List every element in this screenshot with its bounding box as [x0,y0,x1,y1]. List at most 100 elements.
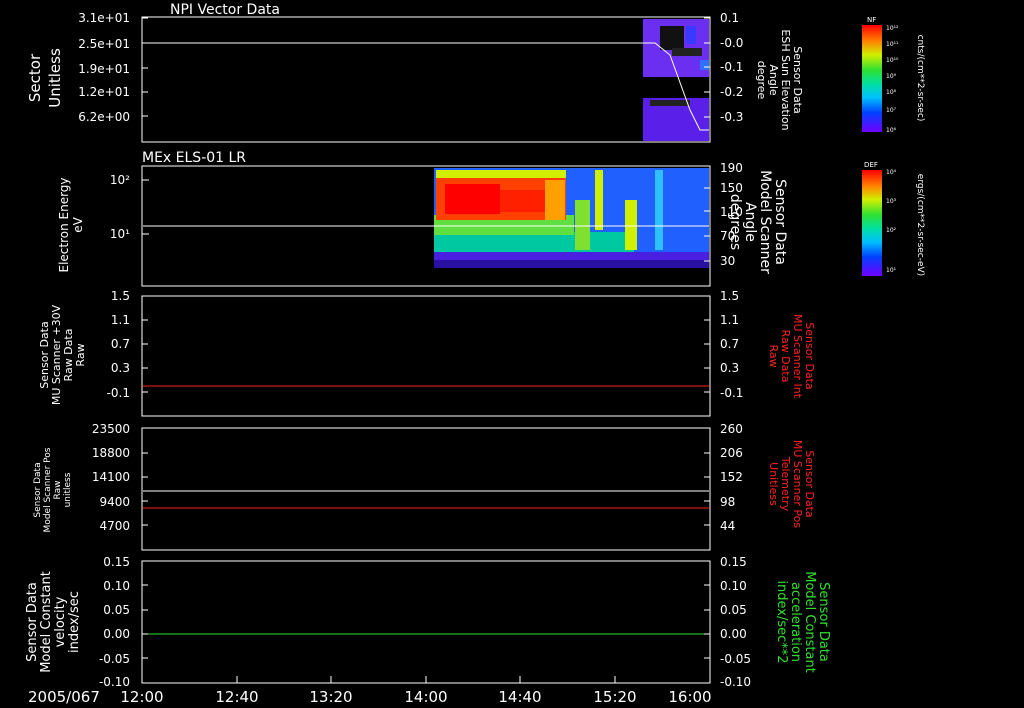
panel2-left-axis: 10² 10¹ [110,173,130,241]
svg-text:10⁷: 10⁷ [886,107,897,114]
svg-text:Sensor Data: Sensor Data [25,582,40,662]
panel3-right-tick: -0.1 [720,386,743,400]
svg-text:Sensor Data: Sensor Data [816,582,831,662]
svg-text:unitless: unitless [63,472,73,507]
svg-text:Sensor Data: Sensor Data [33,462,43,517]
svg-text:Raw: Raw [767,344,780,367]
panel4-left-tick: 23500 [92,422,130,436]
panel5-frame [141,560,711,684]
panel-scanner-pos: 23500 18800 14100 9400 4700 260 206 152 … [33,422,816,551]
svg-text:cnts/(cm**2-sr-sec): cnts/(cm**2-sr-sec) [915,35,925,122]
panel3-left-axis: 1.5 1.1 0.7 0.3 -0.1 [107,289,130,400]
panel5-left-tick: 0.05 [103,603,130,617]
x-tick: 12:00 [120,688,163,706]
panel3-left-tick: 0.7 [111,337,130,351]
panel1-left-tick: 2.5e+01 [78,37,130,51]
panel3-right-tick: 0.3 [720,361,739,375]
panel3-right-tick: 1.5 [720,289,739,303]
panel4-right-tick: 98 [720,495,735,509]
x-tick: 12:40 [215,688,258,706]
panel5-right-tick: -0.05 [720,652,751,666]
svg-text:ergs/(cm**2-sr-sec-eV): ergs/(cm**2-sr-sec-eV) [915,174,925,276]
x-axis-ticks: 12:00 12:40 13:20 14:00 14:40 15:20 16:0… [120,688,711,706]
svg-text:Unitless: Unitless [767,462,780,506]
panel2-left-tick: 10² [110,173,130,187]
svg-text:velocity: velocity [53,596,68,647]
svg-text:eV: eV [71,216,85,232]
svg-text:Raw: Raw [74,343,87,366]
panel5-right-tick: 0.15 [720,555,747,569]
panel3-left-tick: 0.3 [111,361,130,375]
panel4-left-tick: 14100 [92,470,130,484]
panel1-left-ylabel: Sector Unitless [26,48,64,108]
panel1-title: NPI Vector Data [170,2,280,18]
panel5-right-axis: 0.15 0.10 0.05 0.00 -0.05 -0.10 [720,555,751,689]
svg-text:10²: 10² [886,227,897,234]
x-tick: 16:00 [668,688,711,706]
svg-text:DEF: DEF [864,161,878,169]
svg-text:10¹⁰: 10¹⁰ [886,57,899,64]
panel2-colorbar: DEF 10⁴ 10³ 10² 10¹ ergs/(cm**2-sr-sec-e… [862,161,925,276]
panel4-right-tick: 206 [720,446,743,460]
svg-text:Raw: Raw [53,481,63,500]
x-axis-date: 2005/067 [28,688,100,706]
panel5-left-tick: -0.05 [99,652,130,666]
panel1-right-tick: 0.1 [720,11,739,25]
svg-text:Sensor Data: Sensor Data [772,179,788,265]
svg-text:Sector: Sector [26,53,44,102]
svg-text:index/sec**2: index/sec**2 [774,580,789,663]
panel5-right-tick: 0.10 [720,579,747,593]
panel4-right-ylabel: Sensor Data MU Scanner Pos Telemetry Uni… [767,440,816,529]
svg-text:10⁶: 10⁶ [886,127,897,134]
x-tick: 14:00 [404,688,447,706]
panel1-right-tick: -0.3 [720,110,743,124]
panel-els: MEx ELS-01 LR 10² 10¹ 190 150 110 70 30 … [57,150,925,287]
panel1-frame [141,16,711,143]
panel3-right-ylabel: Sensor Data MU Scanner Int Raw Data Raw [767,314,816,399]
panel2-left-ylabel: Electron Energy eV [57,177,85,272]
panel-mu-scanner-raw: 1.5 1.1 0.7 0.3 -0.1 1.5 1.1 0.7 0.3 -0.… [38,289,816,417]
panel5-left-tick: 0.10 [103,579,130,593]
panel5-right-ylabel: Sensor Data Model Constant acceleration … [774,571,831,673]
x-tick: 15:20 [593,688,636,706]
svg-text:10¹¹: 10¹¹ [886,41,899,48]
panel4-left-axis: 23500 18800 14100 9400 4700 [92,422,130,533]
panel4-right-tick: 44 [720,519,735,533]
panel5-right-tick: 0.05 [720,603,747,617]
panel2-right-tick: 190 [720,161,743,175]
svg-text:10⁹: 10⁹ [886,73,897,80]
panel4-left-ylabel: Sensor Data Model Scanner Pos Raw unitle… [33,447,73,532]
svg-text:10¹²: 10¹² [886,25,899,32]
svg-text:Model Scanner Pos: Model Scanner Pos [43,447,53,532]
panel5-left-tick: 0.15 [103,555,130,569]
plot-canvas: NPI Vector Data 3.1e+01 2.5e+01 1.9e+01 … [25,2,925,706]
panel4-right-tick: 152 [720,470,743,484]
panel1-left-tick: 3.1e+01 [78,11,130,25]
svg-text:Model Constant: Model Constant [802,571,817,673]
panel4-left-tick: 4700 [99,519,130,533]
svg-text:Unitless: Unitless [46,48,64,108]
panel1-left-tick: 1.2e+01 [78,85,130,99]
svg-text:10³: 10³ [886,198,897,205]
panel1-right-tick: -0.0 [720,36,743,50]
panel3-right-tick: 1.1 [720,313,739,327]
panel1-right-tick: -0.1 [720,60,743,74]
svg-text:index/sec: index/sec [67,591,82,653]
panel1-colorbar: NF 10¹² 10¹¹ 10¹⁰ 10⁹ 10⁸ 10⁷ 10⁶ cnts/(… [862,16,925,134]
panel4-left-tick: 9400 [99,495,130,509]
svg-text:degree: degree [755,61,768,100]
panel5-left-ylabel: Sensor Data Model Constant velocity inde… [25,571,82,673]
svg-text:10¹: 10¹ [886,267,897,274]
panel4-left-tick: 18800 [92,446,130,460]
panel3-left-tick: -0.1 [107,386,130,400]
panel2-left-tick: 10¹ [110,227,130,241]
panel2-title: MEx ELS-01 LR [142,150,246,166]
svg-text:Electron Energy: Electron Energy [57,177,71,272]
panel2-right-tick: 30 [720,254,735,268]
svg-text:Model Constant: Model Constant [39,571,54,673]
svg-text:10⁸: 10⁸ [886,89,897,96]
x-tick: 13:20 [309,688,352,706]
svg-text:degrees: degrees [727,194,743,250]
svg-text:NF: NF [867,16,876,24]
x-tick: 14:40 [498,688,541,706]
